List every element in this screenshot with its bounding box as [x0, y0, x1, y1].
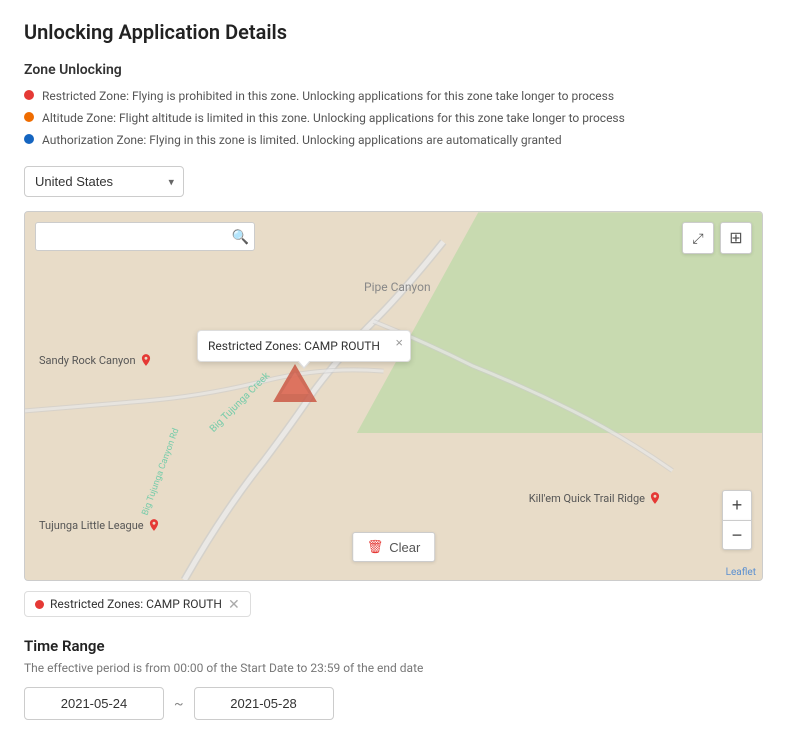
- time-range-description: The effective period is from 00:00 of th…: [24, 661, 763, 675]
- legend-item-authorization: Authorization Zone: Flying in this zone …: [24, 132, 763, 149]
- search-icon: 🔍: [232, 228, 249, 244]
- map-label-sandy-rock: Sandy Rock Canyon: [39, 353, 153, 367]
- date-separator: ~: [164, 696, 194, 712]
- zone-marker[interactable]: [273, 364, 317, 402]
- map-label-killem: Kill'em Quick Trail Ridge: [529, 491, 662, 505]
- location-pin-icon: [139, 353, 153, 367]
- zone-unlocking-title: Zone Unlocking: [24, 62, 763, 78]
- leaflet-credit: Leaflet: [726, 567, 756, 578]
- restricted-zone-label: Restricted Zone: Flying is prohibited in…: [42, 88, 614, 105]
- popup-tail: [297, 361, 311, 369]
- map-label-tujunga: Tujunga Little League: [39, 518, 161, 532]
- map-expand-button[interactable]: ⤢: [682, 222, 714, 254]
- start-date-input[interactable]: [24, 687, 164, 720]
- authorization-zone-label: Authorization Zone: Flying in this zone …: [42, 132, 562, 149]
- zone-tag-close-button[interactable]: ✕: [228, 597, 240, 611]
- altitude-zone-label: Altitude Zone: Flight altitude is limite…: [42, 110, 625, 127]
- search-icon-button[interactable]: 🔍: [232, 228, 249, 245]
- legend-item-restricted: Restricted Zone: Flying is prohibited in…: [24, 88, 763, 105]
- country-select-wrapper: United States Canada United Kingdom Aust…: [24, 166, 184, 197]
- expand-icon: ⤢: [692, 230, 703, 247]
- map-layers-button[interactable]: ⊞: [720, 222, 752, 254]
- selected-zones-container: Restricted Zones: CAMP ROUTH ✕: [24, 591, 763, 617]
- tujunga-pin-icon: [147, 518, 161, 532]
- clear-button[interactable]: 🗑 Clear: [352, 532, 436, 562]
- authorization-zone-dot: [24, 134, 34, 144]
- trash-icon: 🗑: [367, 539, 384, 555]
- layers-icon: ⊞: [729, 228, 742, 248]
- page-title: Unlocking Application Details: [24, 20, 763, 44]
- zoom-out-button[interactable]: −: [722, 520, 752, 550]
- zone-tag-label: Restricted Zones: CAMP ROUTH: [50, 597, 222, 611]
- date-range-row: ~: [24, 687, 763, 720]
- zone-legend: Restricted Zone: Flying is prohibited in…: [24, 88, 763, 148]
- legend-item-altitude: Altitude Zone: Flight altitude is limite…: [24, 110, 763, 127]
- map-zoom-controls: + −: [722, 490, 752, 550]
- popup-close-button[interactable]: ×: [395, 336, 403, 349]
- map-search-area: 🔍: [35, 222, 255, 251]
- leaflet-link[interactable]: Leaflet: [726, 567, 756, 578]
- clear-label: Clear: [389, 540, 420, 555]
- popup-text: Restricted Zones: CAMP ROUTH: [208, 339, 380, 353]
- killem-pin-icon: [648, 491, 662, 505]
- country-select[interactable]: United States Canada United Kingdom Aust…: [24, 166, 184, 197]
- end-date-input[interactable]: [194, 687, 334, 720]
- map-popup: Restricted Zones: CAMP ROUTH ×: [197, 330, 411, 362]
- map-label-pipe-canyon: Pipe Canyon: [364, 280, 431, 294]
- time-range-title: Time Range: [24, 637, 763, 655]
- map-search-input[interactable]: [35, 222, 255, 251]
- zoom-in-button[interactable]: +: [722, 490, 752, 520]
- altitude-zone-dot: [24, 112, 34, 122]
- restricted-zone-triangle: [273, 364, 317, 402]
- zone-tag-dot: [35, 600, 44, 609]
- map-container: 🔍 Pipe Canyon Sandy Rock Canyon Kill'em …: [24, 211, 763, 581]
- zone-tag: Restricted Zones: CAMP ROUTH ✕: [24, 591, 251, 617]
- restricted-zone-dot: [24, 90, 34, 100]
